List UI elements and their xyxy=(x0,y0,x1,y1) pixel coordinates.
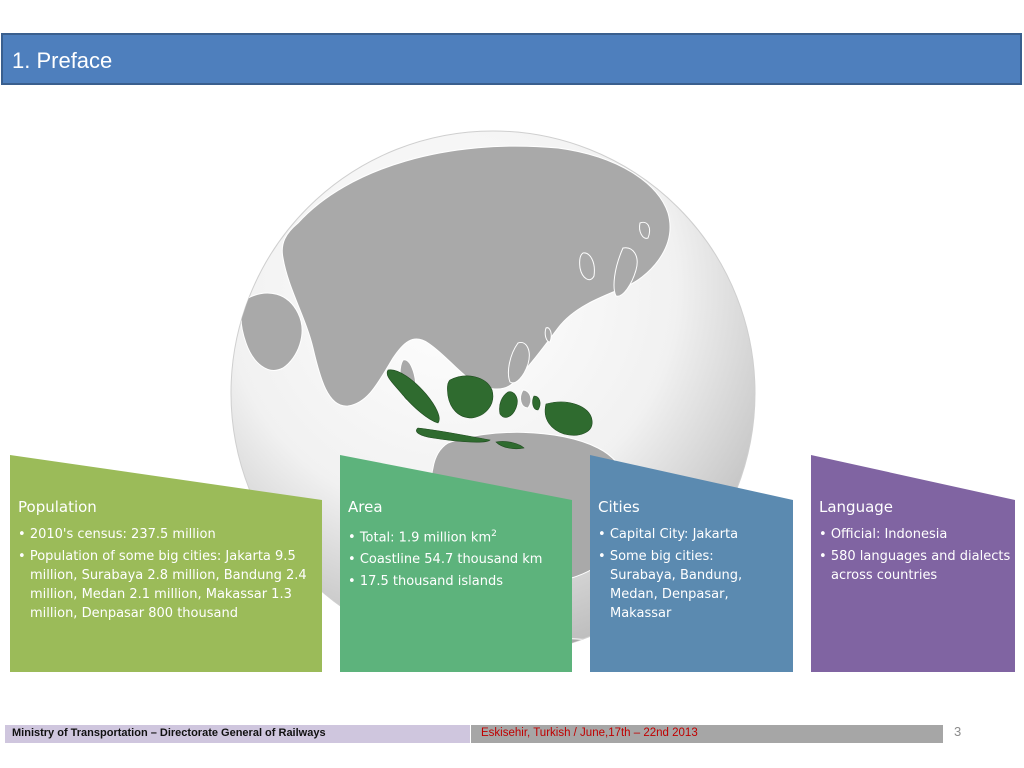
footer-event: Eskisehir, Turkish / June,17th – 22nd 20… xyxy=(471,725,943,743)
footer-event-text: Eskisehir, Turkish / June,17th – 22nd 20… xyxy=(481,727,698,739)
slide-title: 1. Preface xyxy=(12,48,113,73)
population-bullet-census: 2010's census: 237.5 million xyxy=(18,525,318,544)
footer-organization-text: Ministry of Transportation – Directorate… xyxy=(12,727,326,739)
cities-bullet-capital: Capital City: Jakarta xyxy=(598,525,758,544)
area-bullet-islands: 17.5 thousand islands xyxy=(348,572,570,591)
panel-area-heading: Area xyxy=(348,498,383,516)
language-bullet-dialects: 580 languages and dialects across countr… xyxy=(819,547,1015,585)
cities-bullet-big-cities: Some big cities: Surabaya, Bandung, Meda… xyxy=(598,547,758,623)
panel-population-heading: Population xyxy=(18,498,97,516)
panel-language-heading: Language xyxy=(819,498,894,516)
panel-area: Area Total: 1.9 million km2 Coastline 54… xyxy=(340,455,572,672)
area-bullet-total: Total: 1.9 million km2 xyxy=(348,525,570,547)
area-total-text: Total: 1.9 million km xyxy=(359,530,492,546)
area-bullet-coastline: Coastline 54.7 thousand km xyxy=(348,550,570,569)
panel-language: Language Official: Indonesia 580 languag… xyxy=(811,455,1015,672)
page-number: 3 xyxy=(954,724,962,739)
language-bullet-official: Official: Indonesia xyxy=(819,525,1015,544)
area-superscript: 2 xyxy=(491,529,497,539)
title-bar: 1. Preface xyxy=(1,33,1022,85)
footer-organization: Ministry of Transportation – Directorate… xyxy=(5,725,470,743)
panel-cities: Cities Capital City: Jakarta Some big ci… xyxy=(590,455,793,672)
population-bullet-cities: Population of some big cities: Jakarta 9… xyxy=(18,547,318,623)
panel-cities-heading: Cities xyxy=(598,498,640,516)
panel-population: Population 2010's census: 237.5 million … xyxy=(10,455,322,672)
